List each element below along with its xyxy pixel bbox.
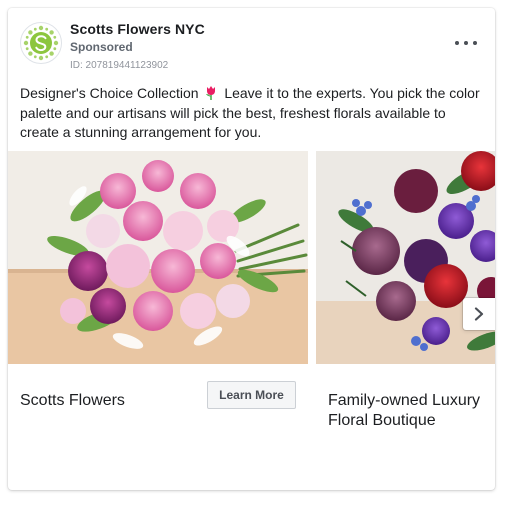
- scotts-logo-icon: [23, 25, 59, 61]
- pink-bouquet-image[interactable]: [8, 151, 308, 364]
- page-name[interactable]: Scotts Flowers NYC: [70, 21, 205, 37]
- more-options-icon[interactable]: [455, 36, 477, 50]
- carousel-card-headline[interactable]: Family-owned Luxury Floral Boutique: [328, 391, 488, 431]
- sponsored-post-card: Scotts Flowers NYC Sponsored ID: 2078194…: [8, 8, 495, 490]
- red-purple-bouquet-image[interactable]: [316, 151, 495, 364]
- dot-icon: [473, 41, 477, 45]
- dot-icon: [464, 41, 468, 45]
- carousel-card-headline[interactable]: Scotts Flowers: [20, 391, 190, 411]
- sponsored-label[interactable]: Sponsored: [70, 40, 133, 54]
- tulip-emoji-icon: [206, 86, 216, 100]
- dot-icon: [455, 41, 459, 45]
- post-body-text: Designer's Choice Collection Leave it to…: [20, 84, 480, 143]
- post-header: Scotts Flowers NYC Sponsored ID: 2078194…: [8, 8, 495, 88]
- body-text-lead: Designer's Choice Collection: [20, 85, 199, 101]
- carousel-next-button[interactable]: [463, 298, 495, 330]
- carousel: Scotts Flowers Learn More Family-owned L…: [8, 151, 495, 451]
- page-avatar[interactable]: [20, 22, 62, 64]
- chevron-right-icon: [474, 307, 484, 321]
- carousel-card[interactable]: Scotts Flowers Learn More: [8, 151, 308, 451]
- learn-more-button[interactable]: Learn More: [207, 381, 296, 409]
- ad-id: ID: 207819441123902: [70, 60, 169, 71]
